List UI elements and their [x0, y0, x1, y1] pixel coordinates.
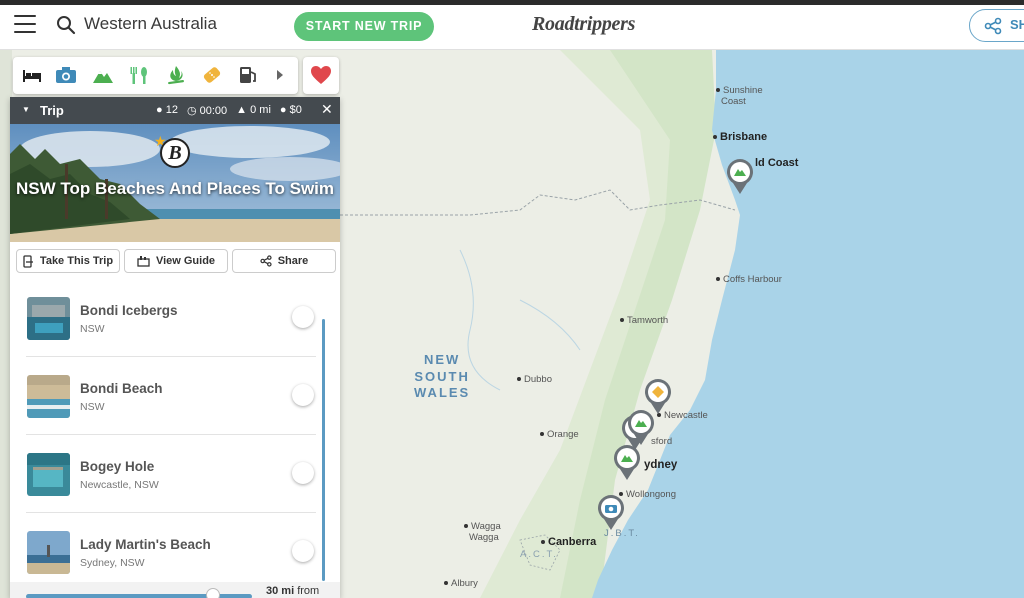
roadtrippers-logo[interactable]: Roadtrippers: [532, 13, 635, 36]
stop-checkbox[interactable]: [292, 540, 314, 562]
share-icon: [984, 17, 1002, 35]
stops-count: ● 12: [156, 104, 178, 116]
share-label: SH: [1010, 17, 1024, 32]
window-edge: [0, 0, 1024, 5]
phone-icon: [23, 254, 33, 268]
radius-slider-handle[interactable]: [206, 588, 220, 598]
stop-name: Bogey Hole: [80, 459, 155, 474]
city-dubbo: Dubbo: [517, 374, 552, 385]
stop-thumbnail: [27, 297, 70, 340]
city-wagga-wagga: Wagga Wagga: [464, 521, 501, 543]
stop-thumbnail: [27, 375, 70, 418]
trip-stats: ● 12 ◷ 00:00 ▲ 0 mi ● $0: [156, 104, 302, 117]
city-sydney: ydney: [644, 459, 678, 471]
map-pin-mountain[interactable]: [725, 157, 755, 195]
close-icon[interactable]: ✕: [321, 101, 333, 118]
start-new-trip-button[interactable]: START NEW TRIP: [294, 12, 434, 41]
city-tamworth: Tamworth: [620, 315, 668, 326]
stop-checkbox[interactable]: [292, 462, 314, 484]
trip-cost: ● $0: [279, 104, 302, 116]
bed-icon[interactable]: [21, 65, 43, 85]
chevron-right-icon[interactable]: [273, 65, 287, 85]
trip-panel-header: ▼ Trip ● 12 ◷ 00:00 ▲ 0 mi ● $0 ✕: [10, 97, 340, 124]
fuel-icon[interactable]: [237, 65, 259, 85]
roadtrippers-badge-icon: B: [160, 138, 190, 168]
city-brisbane: Brisbane: [713, 131, 767, 143]
collapse-icon[interactable]: ▼: [22, 105, 30, 114]
stop-location: Sydney, NSW: [80, 557, 145, 569]
trip-stop-item[interactable]: Bondi Beach NSW: [26, 357, 316, 435]
city-sunshine-coast: Sunshine Coast: [716, 85, 763, 107]
city-gold-coast: ld Coast: [755, 157, 799, 169]
stop-location: Newcastle, NSW: [80, 479, 159, 491]
top-bar: Western Australia START NEW TRIP Roadtri…: [0, 0, 1024, 50]
trip-hero-image: ★ B NSW Top Beaches And Places To Swim: [10, 124, 340, 242]
trip-panel: ▼ Trip ● 12 ◷ 00:00 ▲ 0 mi ● $0 ✕ ★ B NS…: [10, 97, 340, 598]
stop-thumbnail: [27, 531, 70, 574]
search-input[interactable]: Western Australia: [84, 14, 217, 34]
city-orange: Orange: [540, 429, 579, 440]
state-label-nsw: NEW SOUTH WALES: [414, 352, 471, 400]
radius-readout: 30 mi from: [266, 585, 320, 597]
stop-checkbox[interactable]: [292, 306, 314, 328]
trip-stop-item[interactable]: Bondi Icebergs NSW: [26, 279, 316, 357]
stop-checkbox[interactable]: [292, 384, 314, 406]
dining-icon[interactable]: [128, 65, 150, 85]
road-icon: ▲: [236, 104, 248, 116]
trip-header-label: Trip: [40, 103, 64, 118]
share-icon: [260, 255, 272, 267]
trip-title: NSW Top Beaches And Places To Swim: [15, 179, 335, 198]
piggybank-icon: ●: [279, 104, 287, 116]
stop-name: Bondi Icebergs: [80, 303, 178, 318]
trip-distance: ▲ 0 mi: [236, 104, 271, 116]
trip-duration: ◷ 00:00: [186, 105, 228, 117]
favorites-button[interactable]: [303, 57, 339, 94]
city-coffs-harbour: Coffs Harbour: [716, 274, 782, 285]
guide-icon: [137, 256, 150, 267]
stop-thumbnail: [27, 453, 70, 496]
stop-location: NSW: [80, 323, 105, 335]
pin-icon: ●: [156, 104, 163, 116]
trip-actions: Take This Trip View Guide Share: [16, 249, 336, 273]
region-act: A.C.T.: [520, 549, 558, 560]
bandage-icon[interactable]: [201, 65, 223, 85]
map-pin-mountain[interactable]: [626, 408, 656, 446]
trip-stop-item[interactable]: Lady Martin's Beach Sydney, NSW: [26, 513, 316, 591]
map-pin-camera[interactable]: [596, 493, 626, 531]
stop-name: Lady Martin's Beach: [80, 537, 211, 552]
campfire-icon[interactable]: [165, 65, 187, 85]
scrollbar[interactable]: [322, 319, 325, 581]
city-canberra: Canberra: [541, 536, 596, 548]
city-wollongong: Wollongong: [619, 489, 676, 500]
clock-icon: ◷: [186, 105, 197, 117]
menu-icon[interactable]: [14, 15, 36, 33]
take-this-trip-button[interactable]: Take This Trip: [16, 249, 120, 273]
stop-name: Bondi Beach: [80, 381, 163, 396]
map-pin-mountain[interactable]: [612, 443, 642, 481]
city-albury: Albury: [444, 578, 478, 589]
camera-icon[interactable]: [55, 65, 77, 85]
heart-icon: [311, 66, 331, 84]
trip-share-button[interactable]: Share: [232, 249, 336, 273]
share-button[interactable]: SH: [969, 9, 1024, 42]
stop-location: NSW: [80, 401, 105, 413]
mountain-icon[interactable]: [92, 65, 114, 85]
category-filter-bar: [13, 57, 298, 94]
view-guide-button[interactable]: View Guide: [124, 249, 228, 273]
trip-stop-item[interactable]: Bogey Hole Newcastle, NSW: [26, 435, 316, 513]
search-icon[interactable]: [56, 15, 76, 35]
